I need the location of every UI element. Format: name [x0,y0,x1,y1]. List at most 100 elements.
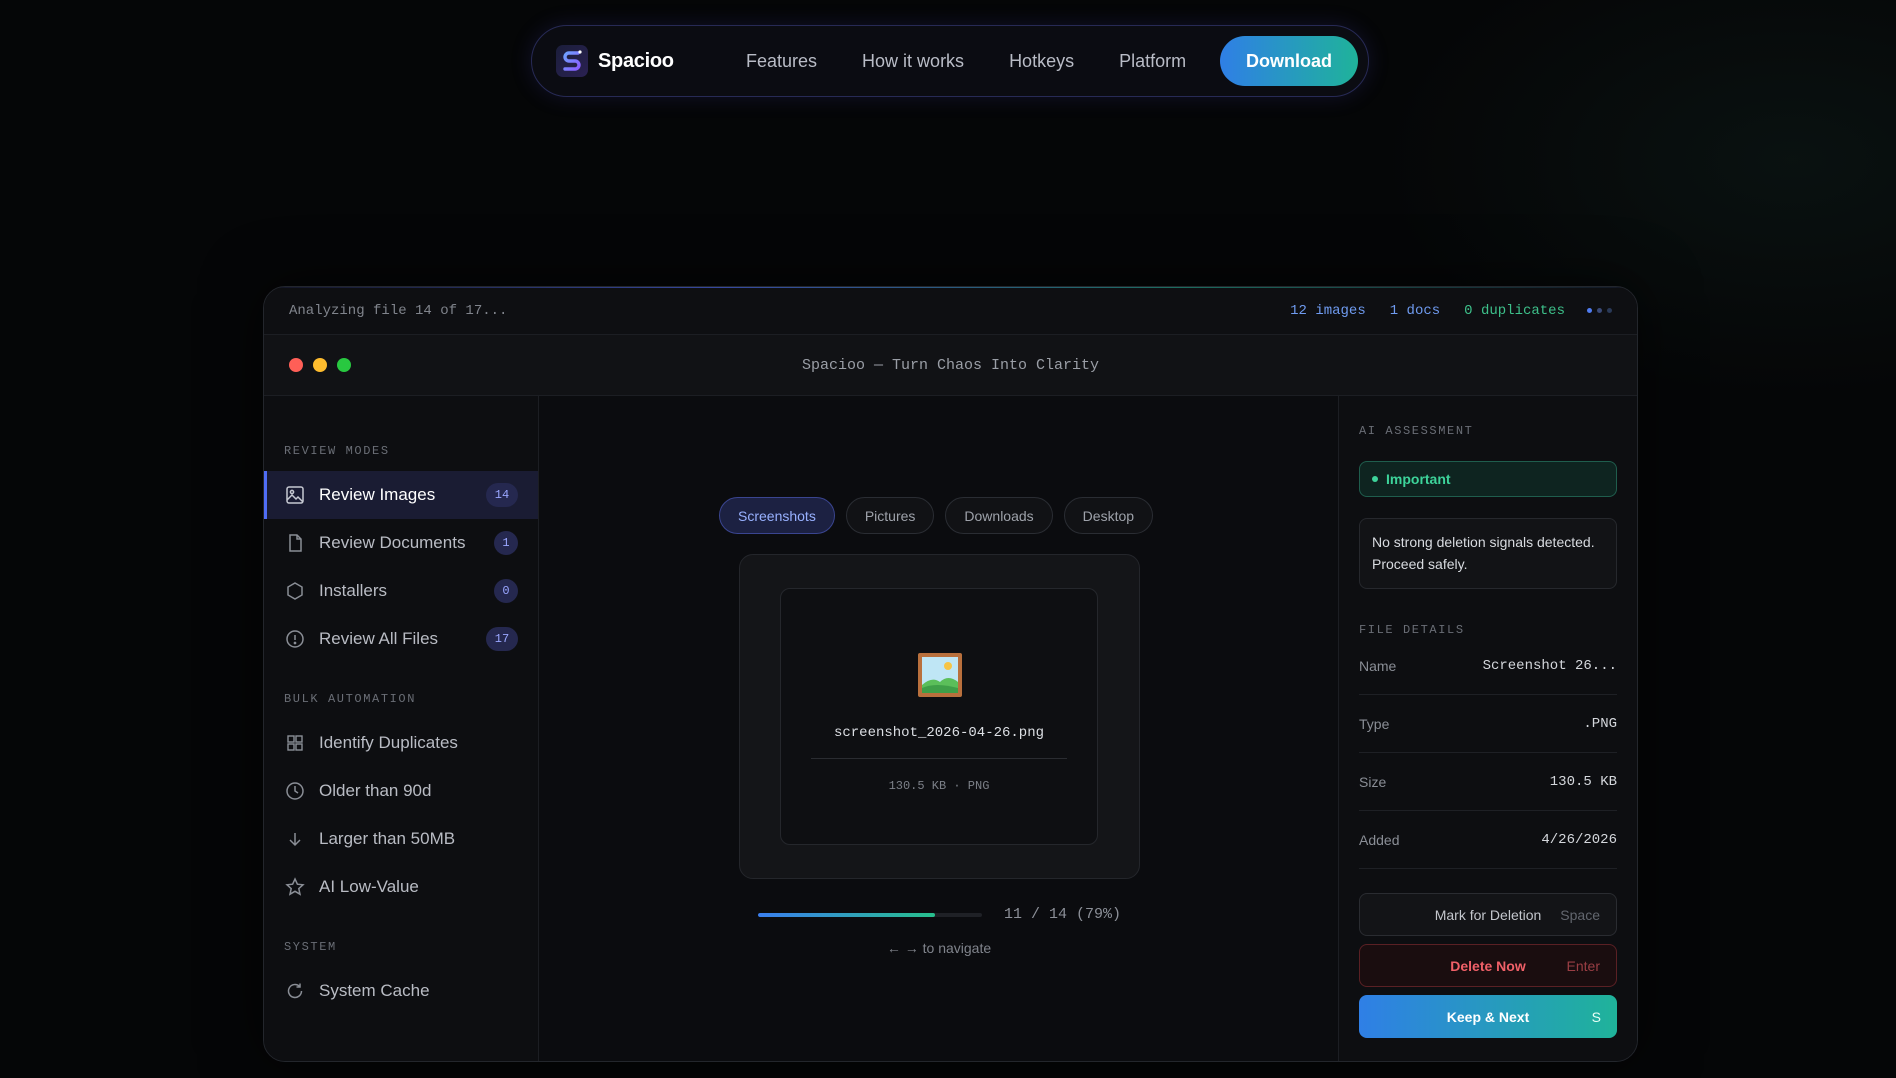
detail-key: Type [1359,715,1390,732]
app-window: Analyzing file 14 of 17... 12 images 1 d… [263,286,1638,1062]
nav-link-features[interactable]: Features [746,51,817,72]
status-bar: Analyzing file 14 of 17... 12 images 1 d… [264,287,1637,335]
file-preview-inner: screenshot_2026-04-26.png 130.5 KB · PNG [780,588,1098,845]
analysis-status: Analyzing file 14 of 17... [289,302,508,319]
detail-value: .PNG [1583,715,1617,732]
section-label-review-modes: REVIEW MODES [284,444,390,458]
hotkey-hint: Enter [1566,957,1600,974]
brand-logo[interactable]: Spacioo [556,45,716,77]
brand-name: Spacioo [598,49,674,72]
status-dot-icon [1372,476,1378,482]
duplicates-count: 0 duplicates [1464,302,1565,319]
section-label-bulk-automation: BULK AUTOMATION [284,692,417,706]
sidebar-item-installers[interactable]: Installers 0 [264,567,538,615]
section-label-ai-assessment: AI ASSESSMENT [1359,424,1474,438]
sidebar-item-identify-duplicates[interactable]: Identify Duplicates [264,719,538,767]
sidebar-item-ai-low-value[interactable]: AI Low-Value [264,863,538,911]
count-badge: 17 [486,627,518,651]
sidebar-item-review-documents[interactable]: Review Documents 1 [264,519,538,567]
sidebar-item-label: Older than 90d [319,781,432,800]
chip-desktop[interactable]: Desktop [1063,497,1154,534]
detail-row-type: Type .PNG [1359,695,1617,753]
title-bar: Spacioo — Turn Chaos Into Clarity [264,335,1637,396]
folder-filter-chips: Screenshots Pictures Downloads Desktop [719,497,1154,534]
sidebar-item-label: Larger than 50MB [319,829,456,848]
button-label: Delete Now [1450,957,1526,974]
detail-key: Size [1359,773,1387,790]
activity-dots-icon [1587,308,1612,313]
image-icon [284,484,306,506]
delete-now-button[interactable]: Delete Now Enter [1359,944,1617,987]
detail-key: Added [1359,831,1400,848]
file-preview-card: screenshot_2026-04-26.png 130.5 KB · PNG [739,554,1140,879]
progress-text: 11 / 14 (79%) [1004,906,1122,923]
sidebar-item-older-than-90d[interactable]: Older than 90d [264,767,538,815]
review-progress: 11 / 14 (79%) [758,906,1121,923]
window-title: Spacioo — Turn Chaos Into Clarity [801,356,1100,374]
top-nav: Spacioo Features How it works Hotkeys Pl… [531,25,1369,97]
sidebar-item-larger-than-50mb[interactable]: Larger than 50MB [264,815,538,863]
button-label: Keep & Next [1446,1008,1530,1025]
alert-circle-icon [284,628,306,650]
framed-picture-icon [918,653,962,697]
nav-links: Features How it works Hotkeys Platform [746,51,1220,72]
arrow-down-icon [284,828,306,850]
details-panel: AI ASSESSMENT Important No strong deleti… [1339,396,1637,1061]
divider [811,758,1067,759]
assessment-badge: Important [1359,461,1617,497]
download-button[interactable]: Download [1220,36,1358,86]
count-badge: 14 [486,483,518,507]
sidebar-item-label: Installers [319,581,388,600]
docs-count: 1 docs [1389,302,1441,319]
images-count: 12 images [1290,302,1366,319]
nav-link-how-it-works[interactable]: How it works [862,51,964,72]
sidebar-item-label: System Cache [319,981,430,1000]
hotkey-hint: S [1591,1008,1601,1025]
sidebar-item-label: Review Documents [319,533,466,552]
app-body: REVIEW MODES Review Images 14 Review Doc… [264,396,1637,1061]
count-badge: 0 [494,579,518,603]
assessment-text: No strong deletion signals detected. Pro… [1359,518,1617,589]
button-label: Mark for Deletion [1434,906,1542,923]
preview-file-meta: 130.5 KB · PNG [888,779,990,793]
assessment-badge-label: Important [1386,471,1451,487]
grid-icon [284,732,306,754]
nav-link-hotkeys[interactable]: Hotkeys [1009,51,1074,72]
detail-value: 4/26/2026 [1541,831,1617,848]
main-preview-area: Screenshots Pictures Downloads Desktop s… [539,396,1339,1061]
sidebar-item-label: Review All Files [319,629,439,648]
star-icon [284,876,306,898]
sidebar-item-review-all-files[interactable]: Review All Files 17 [264,615,538,663]
navigation-hint: ← → to navigate [886,940,992,956]
chip-screenshots[interactable]: Screenshots [719,497,835,534]
section-label-file-details: FILE DETAILS [1359,623,1465,637]
logo-icon [556,45,588,77]
sidebar-item-label: Review Images [319,485,436,504]
mark-for-deletion-button[interactable]: Mark for Deletion Space [1359,893,1617,936]
nav-link-platform[interactable]: Platform [1119,51,1186,72]
clock-icon [284,780,306,802]
sidebar-item-system-cache[interactable]: System Cache [264,967,538,1015]
detail-row-name: Name Screenshot 26... [1359,637,1617,695]
keep-and-next-button[interactable]: Keep & Next S [1359,995,1617,1038]
sidebar-item-label: AI Low-Value [319,877,419,896]
sidebar-item-label: Identify Duplicates [319,733,458,752]
progress-bar [758,912,982,917]
chip-downloads[interactable]: Downloads [945,497,1053,534]
document-icon [284,532,306,554]
count-badge: 1 [494,531,518,555]
section-label-system: SYSTEM [284,940,337,954]
detail-value: 130.5 KB [1549,773,1617,790]
detail-row-size: Size 130.5 KB [1359,753,1617,811]
detail-key: Name [1359,657,1397,674]
hotkey-hint: Space [1560,906,1600,923]
detail-value: Screenshot 26... [1482,657,1617,674]
chip-pictures[interactable]: Pictures [845,497,935,534]
preview-file-name: screenshot_2026-04-26.png [833,725,1045,741]
sidebar: REVIEW MODES Review Images 14 Review Doc… [264,396,539,1061]
detail-row-added: Added 4/26/2026 [1359,811,1617,869]
sidebar-item-review-images[interactable]: Review Images 14 [264,471,538,519]
hexagon-icon [284,580,306,602]
refresh-icon [284,980,306,1002]
progress-fill [758,912,935,917]
